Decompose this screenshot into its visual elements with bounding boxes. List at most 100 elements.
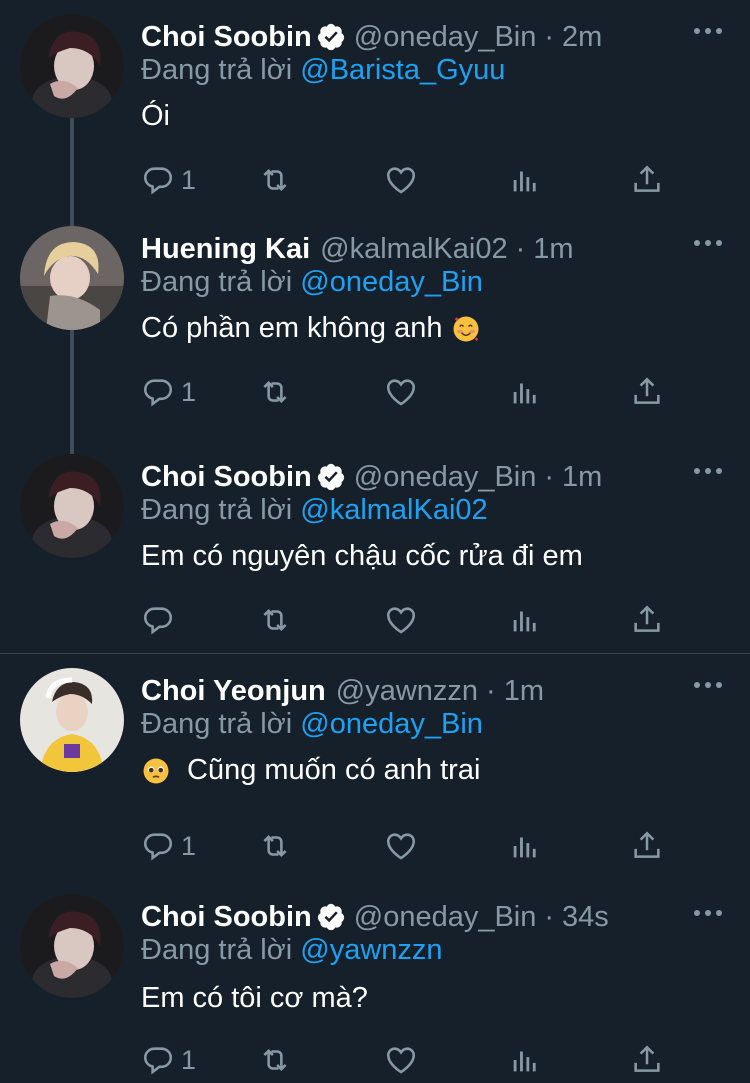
timestamp[interactable]: 1m [533, 233, 573, 266]
more-icon[interactable] [694, 680, 722, 690]
tweet-text-content: Có phần em không anh [141, 312, 443, 344]
mention-link[interactable]: @yawnzzn [300, 934, 442, 966]
tweet-actions: 1 [141, 160, 681, 200]
avatar[interactable] [20, 894, 124, 998]
avatar[interactable] [20, 14, 124, 118]
reply-count: 1 [181, 164, 197, 195]
separator-dot: · [544, 20, 555, 53]
share-button[interactable] [630, 1040, 664, 1080]
tweet-text: Ói [141, 100, 170, 133]
share-button[interactable] [630, 372, 664, 412]
mention-link[interactable]: @Barista_Gyuu [300, 54, 505, 86]
like-button[interactable] [384, 826, 418, 866]
tweet-text-content: Em có tôi cơ mà? [141, 982, 368, 1014]
analytics-button[interactable] [508, 160, 542, 200]
avatar[interactable] [20, 454, 124, 558]
display-name[interactable]: Choi Soobin [141, 901, 312, 934]
retweet-button[interactable] [258, 1040, 292, 1080]
timestamp[interactable]: 34s [562, 901, 609, 934]
analytics-icon [513, 171, 536, 192]
like-button[interactable] [384, 600, 418, 640]
analytics-button[interactable] [508, 1040, 542, 1080]
retweet-icon [263, 168, 287, 192]
reply-button[interactable]: 1 [141, 372, 196, 412]
retweet-button[interactable] [258, 826, 292, 866]
share-icon [634, 605, 660, 632]
analytics-icon [513, 611, 536, 632]
reply-button[interactable] [141, 600, 181, 640]
heart-icon [386, 379, 416, 406]
retweet-icon [263, 608, 287, 632]
analytics-button[interactable] [508, 372, 542, 412]
timestamp[interactable]: 1m [562, 461, 602, 494]
analytics-button[interactable] [508, 826, 542, 866]
mention-link[interactable]: @oneday_Bin [300, 266, 483, 298]
tweet-actions: 1 [141, 1040, 681, 1080]
tweet-text-content: Cũng muốn có anh trai [187, 754, 481, 786]
tweet-text: Có phần em không anh [141, 312, 481, 345]
replying-to: Đang trả lời @kalmalKai02 [141, 494, 488, 527]
retweet-icon [263, 1048, 287, 1072]
replying-to-label: Đang trả lời [141, 708, 293, 740]
user-handle[interactable]: @yawnzzn [336, 675, 478, 708]
reply-button[interactable]: 1 [141, 826, 196, 866]
heart-icon [386, 1047, 416, 1074]
analytics-icon [513, 383, 536, 404]
avatar[interactable] [20, 226, 124, 330]
tweet-text-content: Em có nguyên chậu cốc rửa đi em [141, 540, 583, 572]
heart-icon [386, 833, 416, 860]
user-handle[interactable]: @oneday_Bin [354, 901, 537, 934]
mention-link[interactable]: @kalmalKai02 [300, 494, 487, 526]
more-icon[interactable] [694, 26, 722, 36]
tweet[interactable]: Choi Soobin @oneday_Bin · 2m Đang trả lờ… [0, 0, 750, 225]
analytics-button[interactable] [508, 600, 542, 640]
tweet[interactable]: Choi Soobin @oneday_Bin · 34s Đang trả l… [0, 882, 750, 1083]
mention-link[interactable]: @oneday_Bin [300, 708, 483, 740]
retweet-button[interactable] [258, 600, 292, 640]
timestamp[interactable]: 2m [562, 21, 602, 54]
timestamp[interactable]: 1m [504, 675, 544, 708]
more-icon[interactable] [694, 238, 722, 248]
analytics-icon [513, 837, 536, 858]
display-name[interactable]: Choi Yeonjun [141, 675, 326, 708]
replying-to: Đang trả lời @oneday_Bin [141, 266, 483, 299]
share-button[interactable] [630, 826, 664, 866]
reply-button[interactable]: 1 [141, 1040, 196, 1080]
avatar[interactable] [20, 668, 124, 772]
verified-badge-icon [317, 903, 344, 931]
tweet[interactable]: Huening Kai @kalmalKai02 · 1m Đang trả l… [0, 212, 750, 437]
tweet[interactable]: Choi Yeonjun @yawnzzn · 1m Đang trả lời … [0, 654, 750, 879]
reply-timeline: Choi Soobin @oneday_Bin · 2m Đang trả lờ… [0, 0, 750, 1083]
retweet-button[interactable] [258, 160, 292, 200]
separator-dot: · [544, 900, 555, 933]
display-name[interactable]: Huening Kai [141, 233, 310, 266]
reply-button[interactable]: 1 [141, 160, 196, 200]
tweet-actions: 1 [141, 826, 681, 866]
retweet-icon [263, 834, 287, 858]
more-icon[interactable] [694, 908, 722, 918]
display-name[interactable]: Choi Soobin [141, 21, 312, 54]
reply-icon [143, 607, 173, 635]
tweet-actions [141, 600, 681, 640]
display-name[interactable]: Choi Soobin [141, 461, 312, 494]
retweet-icon [263, 380, 287, 404]
share-icon [634, 1045, 660, 1072]
share-button[interactable] [630, 160, 664, 200]
smiling-face-with-hearts-icon [453, 316, 478, 341]
tweet-text: Em có tôi cơ mà? [141, 982, 368, 1015]
like-button[interactable] [384, 160, 418, 200]
user-handle[interactable]: @oneday_Bin [354, 21, 537, 54]
more-icon[interactable] [694, 466, 722, 476]
share-icon [634, 165, 660, 192]
like-button[interactable] [384, 372, 418, 412]
reply-count: 1 [181, 376, 197, 407]
like-button[interactable] [384, 1040, 418, 1080]
separator-dot: · [544, 460, 555, 493]
user-handle[interactable]: @oneday_Bin [354, 461, 537, 494]
retweet-button[interactable] [258, 372, 292, 412]
tweet-text-content: Ói [141, 100, 170, 132]
share-button[interactable] [630, 600, 664, 640]
user-handle[interactable]: @kalmalKai02 [320, 233, 507, 266]
tweet[interactable]: Choi Soobin @oneday_Bin · 1m Đang trả lờ… [0, 440, 750, 652]
replying-to-label: Đang trả lời [141, 934, 293, 966]
